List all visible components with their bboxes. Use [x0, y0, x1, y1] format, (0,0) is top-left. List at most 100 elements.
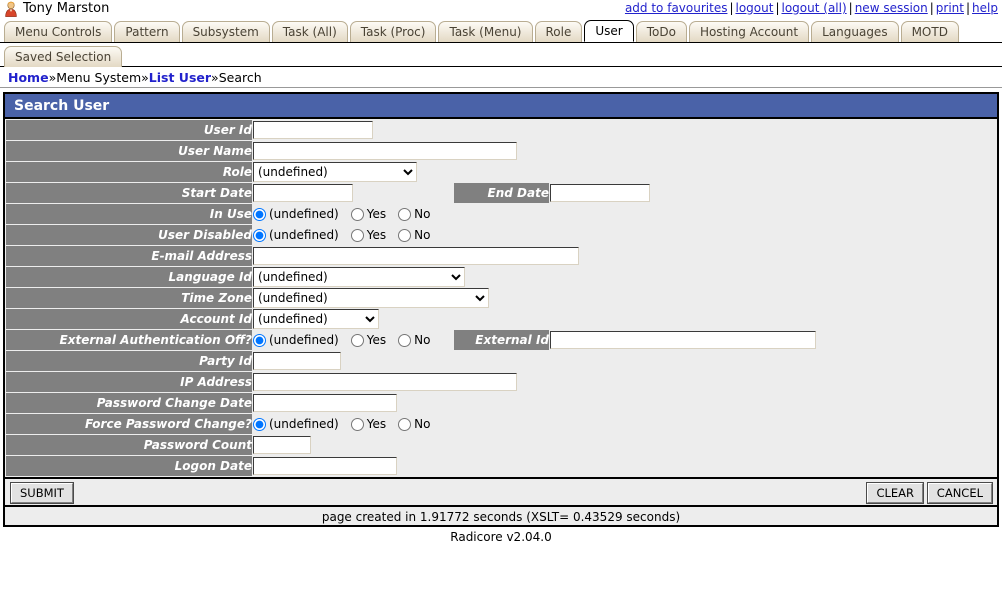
radio-force-pwd-yes[interactable]: [351, 418, 364, 431]
app-version: Radicore v2.04.0: [0, 527, 1002, 544]
submit-button[interactable]: SUBMIT: [11, 483, 73, 503]
radio-external-auth-undefined[interactable]: [253, 334, 266, 347]
radio-option-in-use-no[interactable]: No: [398, 207, 430, 221]
form-row-account-id: Account Id (undefined): [6, 309, 996, 329]
radio-option-in-use-yes[interactable]: Yes: [351, 207, 386, 221]
tab-hosting-account[interactable]: Hosting Account: [689, 21, 809, 42]
field-cell-external-auth-off: (undefined) Yes No: [253, 330, 453, 350]
tab-task-menu[interactable]: Task (Menu): [438, 21, 532, 42]
radio-in-use-undefined[interactable]: [253, 208, 266, 221]
radio-label-user-disabled-yes: Yes: [367, 228, 386, 242]
tab-role[interactable]: Role: [535, 21, 583, 42]
label-start-date: Start Date: [6, 183, 252, 203]
tab-motd[interactable]: MOTD: [901, 21, 959, 42]
radio-label-external-auth-yes: Yes: [367, 333, 386, 347]
label-email-address: E-mail Address: [6, 246, 252, 266]
radio-option-in-use-undefined[interactable]: (undefined): [253, 207, 339, 221]
input-email-address[interactable]: [253, 247, 579, 265]
form-row-user-disabled: User Disabled (undefined) Yes No: [6, 225, 996, 245]
link-separator-5: |: [964, 1, 972, 15]
radio-label-force-pwd-undefined: (undefined): [269, 417, 339, 431]
radio-user-disabled-yes[interactable]: [351, 229, 364, 242]
tab-task-all[interactable]: Task (All): [272, 21, 348, 42]
breadcrumb-menu-system: Menu System: [56, 70, 141, 85]
radio-option-external-auth-yes[interactable]: Yes: [351, 333, 386, 347]
tab-languages[interactable]: Languages: [811, 21, 898, 42]
radio-external-auth-no[interactable]: [398, 334, 411, 347]
label-force-password-change: Force Password Change?: [6, 414, 252, 434]
radio-label-force-pwd-no: No: [414, 417, 430, 431]
field-cell-user-name: [253, 141, 996, 161]
select-role[interactable]: (undefined): [253, 162, 417, 182]
radio-option-force-pwd-undefined[interactable]: (undefined): [253, 417, 339, 431]
radio-label-force-pwd-yes: Yes: [367, 417, 386, 431]
input-password-change-date[interactable]: [253, 394, 397, 412]
input-party-id[interactable]: [253, 352, 341, 370]
radio-in-use-yes[interactable]: [351, 208, 364, 221]
field-cell-end-date: [550, 183, 996, 203]
radio-group-external-auth-off: (undefined) Yes No: [253, 330, 453, 350]
form-row-logon-date: Logon Date: [6, 456, 996, 476]
breadcrumb-list-user[interactable]: List User: [149, 70, 211, 85]
radio-group-in-use: (undefined) Yes No: [253, 204, 996, 224]
breadcrumb-sep-2: »: [141, 70, 149, 85]
tab-subsystem[interactable]: Subsystem: [182, 21, 270, 42]
cancel-button[interactable]: CANCEL: [928, 483, 992, 503]
link-separator-3: |: [847, 1, 855, 15]
radio-option-user-disabled-undefined[interactable]: (undefined): [253, 228, 339, 242]
label-time-zone: Time Zone: [6, 288, 252, 308]
radio-in-use-no[interactable]: [398, 208, 411, 221]
field-cell-user-id: [253, 120, 996, 140]
link-new-session[interactable]: new session: [855, 1, 928, 15]
field-cell-external-id: [550, 330, 996, 350]
link-print[interactable]: print: [936, 1, 964, 15]
radio-external-auth-yes[interactable]: [351, 334, 364, 347]
label-user-name: User Name: [6, 141, 252, 161]
search-panel: Search User User Id User Name Role: [3, 92, 999, 527]
radio-force-pwd-no[interactable]: [398, 418, 411, 431]
tab-menu-controls[interactable]: Menu Controls: [4, 21, 112, 42]
radio-user-disabled-undefined[interactable]: [253, 229, 266, 242]
select-language-id[interactable]: (undefined): [253, 267, 465, 287]
button-bar: SUBMIT CLEAR CANCEL: [5, 477, 997, 505]
radio-option-force-pwd-no[interactable]: No: [398, 417, 430, 431]
field-cell-force-password-change: (undefined) Yes No: [253, 414, 996, 434]
breadcrumb-sep-3: »: [211, 70, 219, 85]
link-help[interactable]: help: [972, 1, 998, 15]
form-row-in-use: In Use (undefined) Yes No: [6, 204, 996, 224]
tab-saved-selection[interactable]: Saved Selection: [4, 46, 122, 67]
link-add-to-favourites[interactable]: add to favourites: [625, 1, 728, 15]
link-logout[interactable]: logout: [736, 1, 774, 15]
select-time-zone[interactable]: (undefined): [253, 288, 489, 308]
radio-option-user-disabled-no[interactable]: No: [398, 228, 430, 242]
link-separator-1: |: [727, 1, 735, 15]
radio-option-force-pwd-yes[interactable]: Yes: [351, 417, 386, 431]
radio-force-pwd-undefined[interactable]: [253, 418, 266, 431]
input-logon-date[interactable]: [253, 457, 397, 475]
radio-user-disabled-no[interactable]: [398, 229, 411, 242]
select-account-id[interactable]: (undefined): [253, 309, 379, 329]
radio-label-user-disabled-no: No: [414, 228, 430, 242]
input-password-count[interactable]: [253, 436, 311, 454]
input-external-id[interactable]: [550, 331, 816, 349]
radio-option-user-disabled-yes[interactable]: Yes: [351, 228, 386, 242]
input-start-date[interactable]: [253, 184, 353, 202]
tab-pattern[interactable]: Pattern: [114, 21, 179, 42]
tab-task-proc[interactable]: Task (Proc): [350, 21, 437, 42]
input-user-name[interactable]: [253, 142, 517, 160]
breadcrumb: Home»Menu System»List User»Search: [0, 67, 1002, 88]
tab-todo[interactable]: ToDo: [636, 21, 687, 42]
clear-button[interactable]: CLEAR: [867, 483, 923, 503]
radio-label-external-auth-undefined: (undefined): [269, 333, 339, 347]
input-user-id[interactable]: [253, 121, 373, 139]
label-password-count: Password Count: [6, 435, 252, 455]
radio-option-external-auth-no[interactable]: No: [398, 333, 430, 347]
tab-user[interactable]: User: [584, 20, 633, 42]
form-row-password-change-date: Password Change Date: [6, 393, 996, 413]
input-end-date[interactable]: [550, 184, 650, 202]
page-root: Tony Marston add to favourites|logout|lo…: [0, 0, 1002, 604]
link-logout-all[interactable]: logout (all): [782, 1, 847, 15]
breadcrumb-home[interactable]: Home: [8, 70, 49, 85]
radio-option-external-auth-undefined[interactable]: (undefined): [253, 333, 339, 347]
input-ip-address[interactable]: [253, 373, 517, 391]
